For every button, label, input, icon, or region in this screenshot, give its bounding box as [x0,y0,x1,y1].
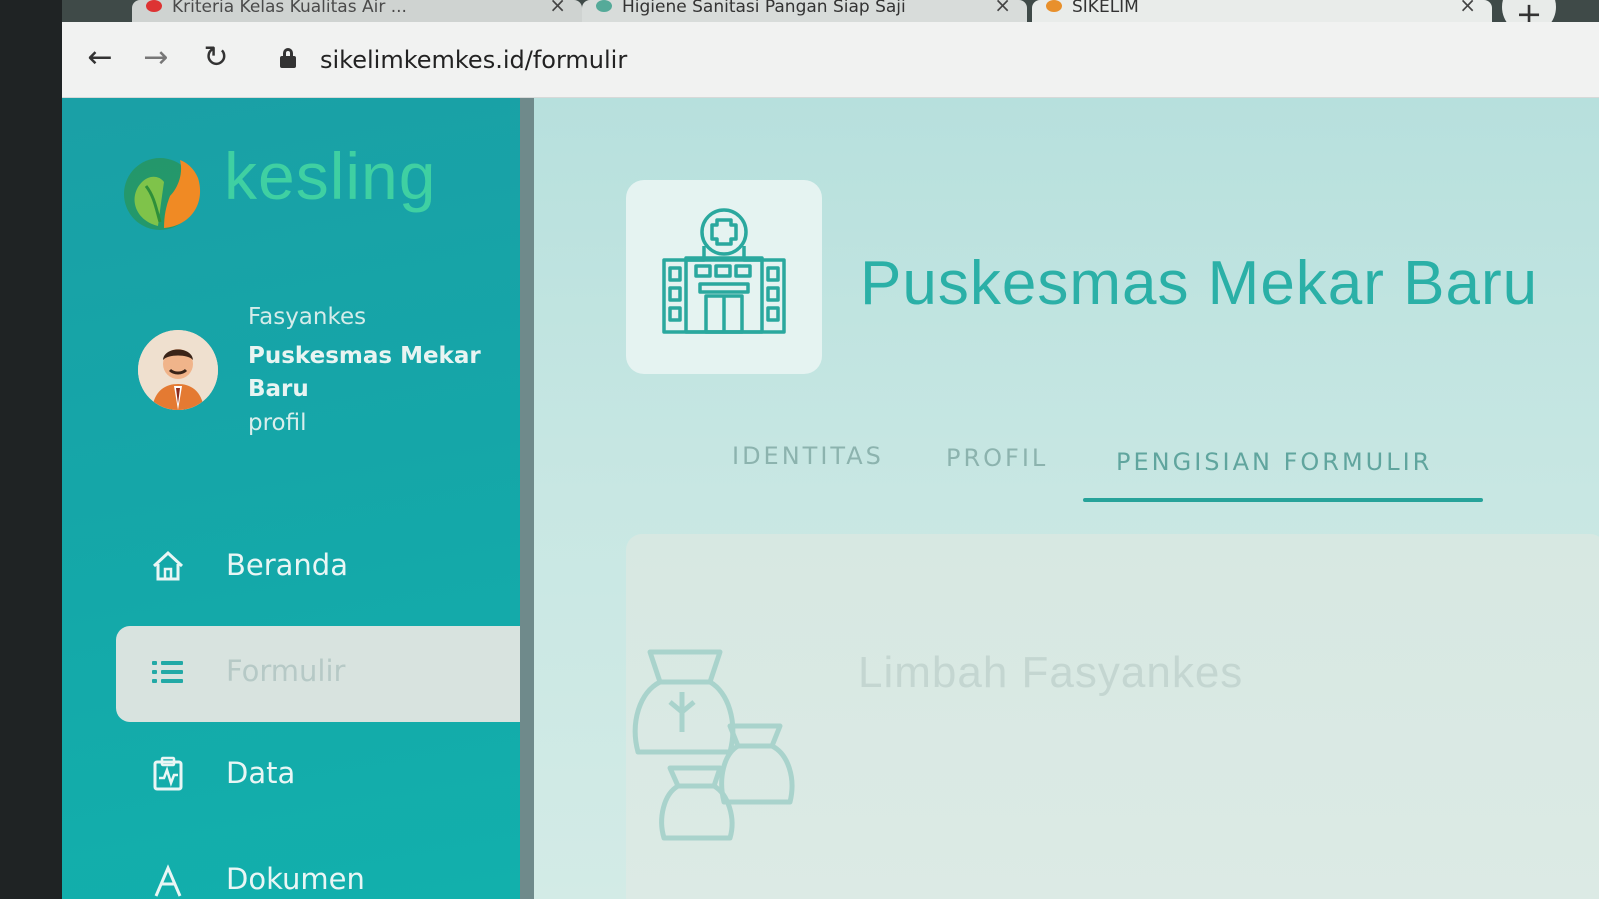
tab-favicon-icon [1046,0,1062,12]
lock-icon[interactable] [280,48,296,68]
close-tab-icon[interactable]: × [994,0,1011,15]
back-arrow-icon[interactable]: ← [80,38,120,78]
hospital-icon [662,208,786,334]
facility-icon-card [626,180,822,374]
sidebar-item-label: Formulir [226,654,346,688]
tab-pengisian-formulir[interactable]: PENGISIAN FORMULIR [1116,448,1432,476]
browser-tab-title: Kriteria Kelas Kualitas Air ... [172,0,407,17]
forward-arrow-icon[interactable]: → [136,38,176,78]
tab-profil[interactable]: PROFIL [946,444,1048,472]
address-bar[interactable]: sikelimkemkes.id/formulir [320,46,627,74]
tab-favicon-icon [596,0,612,12]
sidebar: kesling Fasyankes Puskesmas Mekar Baru p… [62,98,520,899]
user-avatar-icon [138,330,218,410]
chart-icon [153,756,183,791]
kesling-logo[interactable]: kesling [120,134,460,234]
main-content: Puskesmas Mekar Baru IDENTITAS PROFIL PE… [534,98,1599,899]
sidebar-item-label: Beranda [226,548,348,582]
document-icon [154,864,182,897]
reload-icon[interactable]: ↻ [196,38,236,78]
close-tab-icon[interactable]: × [549,0,566,15]
browser-toolbar: ← → ↻ sikelimkemkes.id/formulir [62,22,1599,98]
close-tab-icon[interactable]: × [1459,0,1476,15]
profile-link[interactable]: profil [248,410,307,436]
tab-strip: Kriteria Kelas Kualitas Air ... × Higien… [62,0,1599,34]
user-name: Puskesmas Mekar Baru [248,343,481,402]
browser-tab-title: Higiene Sanitasi Pangan Siap Saji [622,0,906,17]
browser-tab-title: SIKELIM [1072,0,1139,17]
home-icon [152,550,184,581]
active-tab-indicator [1083,498,1483,502]
logo-wordmark: kesling [224,139,437,213]
sidebar-item-data[interactable]: Data [116,728,520,824]
form-section-card[interactable]: Limbah Fasyankes [626,534,1599,899]
tab-identitas[interactable]: IDENTITAS [732,442,884,470]
avatar[interactable] [138,330,218,410]
user-role: Fasyankes [248,304,367,330]
waste-bags-icon [632,649,795,841]
sidebar-item-beranda[interactable]: Beranda [116,520,520,616]
facility-name: Puskesmas Mekar Baru [860,249,1539,318]
content-tabs: IDENTITAS PROFIL PENGISIAN FORMULIR [714,438,1514,508]
leaf-logo-icon [124,158,201,230]
sidebar-item-label: Dokumen [226,862,365,896]
form-section-title: Limbah Fasyankes [858,648,1244,697]
list-icon [152,661,183,683]
sidebar-item-dokumen[interactable]: Dokumen [116,834,520,899]
sidebar-item-formulir[interactable]: Formulir [116,626,520,722]
sidebar-item-label: Data [226,756,296,790]
sidebar-divider [520,98,534,899]
tab-favicon-icon [146,0,162,12]
screen-bezel [0,0,62,899]
